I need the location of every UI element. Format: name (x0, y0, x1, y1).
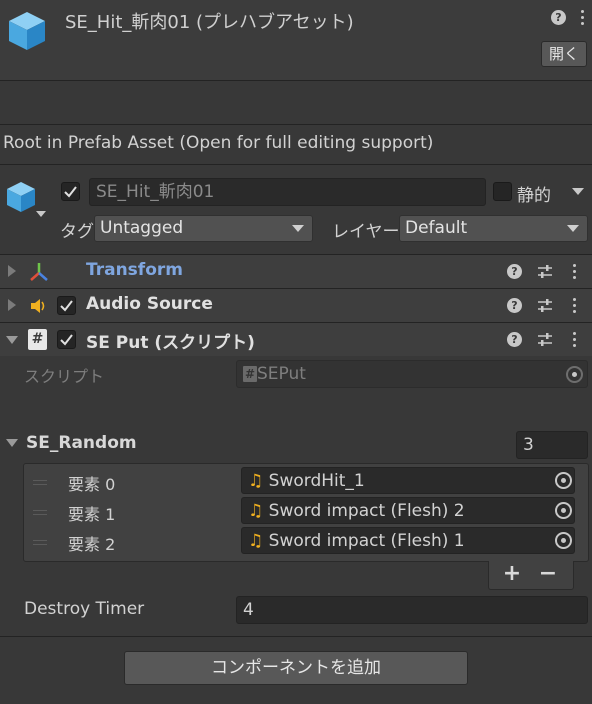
component-header-audio-source[interactable]: Audio Source ? (0, 288, 592, 322)
gameobject-icon[interactable] (7, 180, 47, 224)
tag-dropdown[interactable]: Untagged (94, 215, 313, 242)
drag-handle[interactable] (33, 510, 47, 518)
audio-clip-icon: ♫ (248, 531, 264, 551)
audio-clip-value: SwordHit_1 (268, 471, 365, 491)
asset-title: SE_Hit_斬肉01 (プレハブアセット) (65, 12, 354, 33)
audio-clip-value: Sword impact (Flesh) 1 (268, 531, 465, 551)
script-label: スクリプト (24, 367, 105, 386)
script-icon: # (28, 329, 47, 350)
add-element-button[interactable]: + (501, 561, 523, 587)
audio-clip-field[interactable]: ♫ Sword impact (Flesh) 2 (241, 497, 575, 524)
remove-element-button[interactable]: − (537, 561, 559, 587)
foldout-arrow-icon[interactable] (8, 299, 16, 311)
destroy-timer-label: Destroy Timer (24, 599, 145, 619)
help-icon[interactable]: ? (507, 332, 522, 347)
script-field-icon: # (243, 366, 257, 382)
header: SE_Hit_斬肉01 (プレハブアセット) ? 開く (0, 0, 592, 80)
object-picker-icon[interactable] (555, 532, 572, 549)
list-element-label: 要素 1 (68, 505, 116, 524)
transform-icon (28, 261, 50, 287)
prefab-cube-icon (7, 10, 47, 56)
open-button[interactable]: 開く (541, 41, 587, 67)
layer-value: Default (405, 218, 468, 238)
context-menu-icon[interactable] (581, 10, 584, 28)
help-icon[interactable]: ? (551, 10, 566, 25)
chevron-down-icon (292, 225, 304, 232)
destroy-timer-input[interactable]: 4 (236, 596, 588, 624)
add-component-button[interactable]: コンポーネントを追加 (124, 651, 468, 685)
prefab-notice: Root in Prefab Asset (Open for full edit… (3, 133, 434, 153)
list-body: 要素 0 ♫ SwordHit_1 要素 1 ♫ Sword impact (F… (23, 463, 589, 562)
static-dropdown-arrow[interactable] (572, 188, 584, 195)
object-picker-icon (566, 366, 583, 383)
layer-dropdown[interactable]: Default (399, 215, 588, 242)
presets-icon[interactable] (537, 332, 553, 352)
component-title: Audio Source (86, 294, 213, 314)
list-foldout-arrow-icon[interactable] (6, 439, 18, 447)
component-enabled-checkbox[interactable] (57, 296, 76, 315)
audio-clip-field[interactable]: ♫ Sword impact (Flesh) 1 (241, 527, 575, 554)
context-menu-icon[interactable] (573, 332, 576, 350)
list-element-label: 要素 0 (68, 475, 116, 494)
audio-source-icon (29, 296, 49, 320)
component-title: SE Put (スクリプト) (86, 333, 255, 353)
drag-handle[interactable] (33, 540, 47, 548)
context-menu-icon[interactable] (573, 264, 576, 282)
list-size-input[interactable]: 3 (516, 431, 588, 459)
list-footer: + − (488, 561, 574, 590)
foldout-arrow-icon[interactable] (8, 265, 16, 277)
help-icon[interactable]: ? (507, 298, 522, 313)
script-object-field: # SEPut (236, 360, 588, 388)
tag-label: タグ (60, 222, 94, 242)
audio-clip-icon: ♫ (248, 471, 264, 491)
tag-value: Untagged (100, 218, 184, 238)
component-enabled-checkbox[interactable] (57, 330, 76, 349)
object-picker-icon[interactable] (555, 472, 572, 489)
component-header-transform[interactable]: Transform ? (0, 254, 592, 288)
audio-clip-value: Sword impact (Flesh) 2 (268, 501, 465, 521)
presets-icon[interactable] (537, 264, 553, 284)
list-label[interactable]: SE_Random (26, 433, 137, 453)
list-element-label: 要素 2 (68, 535, 116, 554)
context-menu-icon[interactable] (573, 298, 576, 316)
audio-clip-icon: ♫ (248, 501, 264, 521)
static-label: 静的 (517, 186, 551, 206)
foldout-arrow-icon[interactable] (6, 336, 18, 344)
gameobject-name-input[interactable]: SE_Hit_斬肉01 (89, 178, 486, 206)
presets-icon[interactable] (537, 298, 553, 318)
audio-clip-field[interactable]: ♫ SwordHit_1 (241, 467, 575, 494)
object-picker-icon[interactable] (555, 502, 572, 519)
active-checkbox[interactable] (61, 182, 80, 201)
component-title: Transform (86, 260, 183, 280)
layer-label: レイヤー (332, 222, 400, 242)
help-icon[interactable]: ? (507, 264, 522, 279)
chevron-down-icon (567, 225, 579, 232)
static-checkbox[interactable] (493, 182, 512, 201)
script-value: SEPut (257, 364, 306, 384)
drag-handle[interactable] (33, 480, 47, 488)
component-header-se-put[interactable]: # SE Put (スクリプト) ? (0, 322, 592, 356)
